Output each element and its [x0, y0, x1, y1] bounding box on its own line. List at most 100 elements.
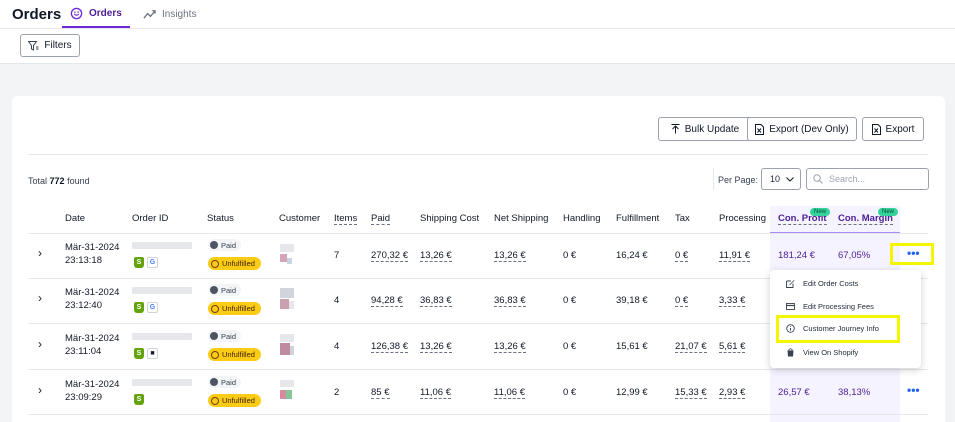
- orders-icon: [70, 7, 83, 19]
- tax[interactable]: 0 €: [675, 295, 689, 307]
- col-header-order-id[interactable]: Order ID: [132, 213, 168, 224]
- total-count: Total 772 found: [28, 176, 90, 186]
- fulfillment-status-badge: Unfulfilled: [208, 257, 261, 270]
- col-header-customer[interactable]: Customer: [279, 213, 320, 224]
- handling: 0 €: [563, 341, 577, 352]
- order-date: Mär-31-2024 23:11:04: [65, 333, 120, 357]
- menu-item-edit-order-costs[interactable]: Edit Order Costs: [770, 272, 921, 295]
- net-shipping[interactable]: 13,26 €: [494, 341, 526, 353]
- shipping-cost[interactable]: 13,26 €: [420, 250, 452, 262]
- fulfillment-cost: 16,24 €: [616, 250, 648, 261]
- tax[interactable]: 21,07 €: [675, 341, 707, 353]
- search-icon: [813, 174, 823, 184]
- tax[interactable]: 0 €: [675, 250, 689, 262]
- google-icon: G: [147, 302, 158, 313]
- fulfillment-status-badge: Unfulfilled: [208, 302, 261, 315]
- net-shipping[interactable]: 13,26 €: [494, 250, 526, 262]
- paid-amount[interactable]: 126,38 €: [371, 341, 408, 353]
- expand-row-chevron-icon[interactable]: ›: [38, 383, 42, 397]
- con-margin: 67,05%: [838, 250, 871, 261]
- google-icon: G: [147, 257, 158, 268]
- col-header-handling[interactable]: Handling: [563, 213, 601, 224]
- filter-bar: Filters: [0, 29, 955, 64]
- paid-amount[interactable]: 270,32 €: [371, 250, 408, 262]
- order-sources: S ■: [134, 348, 158, 359]
- menu-item-view-on-shopify[interactable]: View On Shopify: [770, 341, 921, 364]
- expand-row-chevron-icon[interactable]: ›: [38, 291, 42, 305]
- con-profit: 181,24 €: [778, 250, 815, 261]
- customer-avatar-redacted[interactable]: [280, 244, 294, 266]
- shipping-cost[interactable]: 11,06 €: [420, 387, 451, 399]
- processing-fee[interactable]: 11,91 €: [719, 250, 750, 262]
- expand-row-chevron-icon[interactable]: ›: [38, 337, 42, 351]
- order-id-redacted[interactable]: [132, 379, 192, 386]
- export-button[interactable]: Export: [862, 117, 924, 141]
- processing-fee[interactable]: 3,33 €: [719, 295, 746, 307]
- order-id-redacted[interactable]: [132, 333, 192, 340]
- net-shipping[interactable]: 11,06 €: [494, 387, 525, 399]
- processing-fee[interactable]: 2,93 €: [719, 387, 746, 399]
- paid-status-badge: Paid: [208, 239, 242, 251]
- customer-avatar-redacted[interactable]: [280, 288, 294, 310]
- divider: [713, 168, 714, 190]
- order-id-redacted[interactable]: [132, 287, 192, 294]
- top-bar: Orders Orders Insights: [0, 0, 955, 29]
- fulfillment-cost: 15,61 €: [616, 341, 648, 352]
- items-count: 4: [334, 341, 340, 352]
- paid-status-badge: Paid: [208, 376, 242, 388]
- order-sources: S: [134, 394, 144, 405]
- customer-avatar-redacted[interactable]: [280, 334, 294, 356]
- page-title: Orders: [12, 6, 62, 23]
- upload-icon: [671, 124, 680, 134]
- col-header-processing[interactable]: Processing F: [719, 213, 769, 224]
- chevron-down-icon: [786, 176, 794, 182]
- row-divider: [28, 233, 928, 234]
- order-id-redacted[interactable]: [132, 242, 192, 249]
- per-page-value: 10: [770, 174, 781, 184]
- expand-row-chevron-icon[interactable]: ›: [38, 246, 42, 260]
- col-header-paid[interactable]: Paid: [371, 213, 391, 225]
- paid-amount[interactable]: 85 €: [371, 387, 390, 399]
- shopify-icon: S: [134, 302, 144, 313]
- edit-icon: [786, 280, 795, 288]
- col-header-status[interactable]: Status: [207, 213, 234, 224]
- shopify-bag-icon: [787, 348, 794, 357]
- col-header-items[interactable]: Items: [334, 213, 358, 225]
- items-count: 4: [334, 295, 340, 306]
- shipping-cost[interactable]: 13,26 €: [420, 341, 452, 353]
- col-header-tax[interactable]: Tax: [675, 213, 690, 224]
- fulfillment-status-badge: Unfulfilled: [208, 394, 261, 407]
- paid-amount[interactable]: 94,28 €: [371, 295, 403, 307]
- order-sources: SG: [134, 257, 158, 268]
- col-header-date[interactable]: Date: [65, 213, 85, 224]
- search-placeholder: Search...: [829, 174, 866, 184]
- fulfillment-cost: 12,99 €: [616, 387, 648, 398]
- filters-button[interactable]: Filters: [20, 34, 80, 57]
- tab-insights[interactable]: Insights: [143, 0, 196, 28]
- customer-avatar-redacted[interactable]: [280, 380, 294, 402]
- col-header-shipping-cost[interactable]: Shipping Cost: [420, 213, 479, 224]
- processing-fee[interactable]: 5,61 €: [719, 341, 746, 353]
- orders-card: Bulk Update Export (Dev Only) Export Tot…: [12, 96, 945, 422]
- items-count: 7: [334, 250, 340, 261]
- trend-icon: [143, 9, 156, 19]
- paid-status-badge: Paid: [208, 330, 242, 342]
- new-badge: New: [810, 208, 831, 216]
- tab-insights-label: Insights: [162, 8, 197, 20]
- divider: [28, 154, 928, 155]
- per-page-label: Per Page:: [718, 175, 759, 185]
- row-more-actions-icon[interactable]: •••: [907, 383, 920, 397]
- card-icon: [786, 303, 795, 310]
- search-input[interactable]: Search...: [806, 168, 929, 190]
- row-divider: [28, 369, 928, 370]
- bulk-update-button[interactable]: Bulk Update: [658, 117, 752, 141]
- con-margin: 38,13%: [838, 387, 871, 398]
- col-header-fulfillment[interactable]: Fulfillment: [616, 213, 659, 224]
- tax[interactable]: 15,33 €: [675, 387, 707, 399]
- net-shipping[interactable]: 36,83 €: [494, 295, 526, 307]
- export-dev-button[interactable]: Export (Dev Only): [747, 117, 857, 141]
- shipping-cost[interactable]: 36,83 €: [420, 295, 452, 307]
- per-page-select[interactable]: 10: [761, 168, 801, 190]
- tab-orders[interactable]: Orders: [62, 0, 130, 28]
- col-header-net-shipping[interactable]: Net Shipping: [494, 213, 548, 224]
